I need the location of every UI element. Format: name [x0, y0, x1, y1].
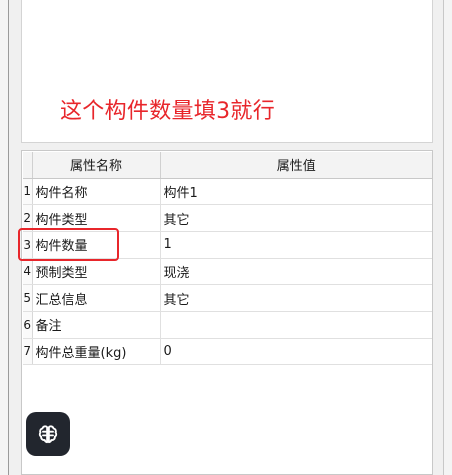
- header-index: [23, 152, 33, 179]
- property-name-cell: 预制类型: [32, 258, 161, 286]
- property-value-cell[interactable]: [160, 311, 432, 339]
- property-name-cell: 汇总信息: [32, 284, 161, 312]
- property-name-cell: 备注: [32, 311, 161, 339]
- property-value-cell[interactable]: 构件1: [160, 178, 432, 206]
- property-value-cell[interactable]: 0: [160, 338, 432, 366]
- assistant-float-button[interactable]: [26, 412, 70, 456]
- annotation-note: 这个构件数量填3就行: [60, 99, 275, 124]
- property-value-cell[interactable]: 其它: [160, 204, 432, 232]
- property-value-cell[interactable]: 其它: [160, 284, 432, 312]
- table-row[interactable]: 1 构件名称 构件1: [23, 178, 432, 206]
- property-value-cell[interactable]: 现浇: [160, 258, 432, 286]
- table-row[interactable]: 7 构件总重量(kg) 0: [23, 338, 432, 366]
- header-property-value: 属性值: [160, 152, 432, 179]
- property-header-row: 属性名称 属性值: [23, 152, 432, 179]
- row-index: 1: [23, 178, 33, 206]
- left-window-edge: [0, 0, 9, 475]
- right-window-edge: [443, 0, 452, 475]
- row-index: 7: [23, 338, 33, 366]
- brain-icon: [38, 425, 58, 444]
- row-index: 5: [23, 284, 33, 312]
- row-index: 6: [23, 311, 33, 339]
- table-row[interactable]: 5 汇总信息 其它: [23, 284, 432, 312]
- preview-pane: 这个构件数量填3就行: [21, 0, 433, 143]
- property-name-cell: 构件总重量(kg): [32, 338, 161, 366]
- table-row[interactable]: 6 备注: [23, 311, 432, 339]
- highlight-annotation-box: [18, 228, 119, 261]
- row-index: 4: [23, 258, 33, 286]
- table-row[interactable]: 4 预制类型 现浇: [23, 258, 432, 286]
- header-property-name: 属性名称: [32, 152, 161, 179]
- property-name-cell: 构件名称: [32, 178, 161, 206]
- property-value-cell[interactable]: 1: [160, 231, 432, 259]
- property-panel: 属性名称 属性值 1 构件名称 构件1 2 构件类型 其它 3 构件数量 1 4: [21, 150, 433, 475]
